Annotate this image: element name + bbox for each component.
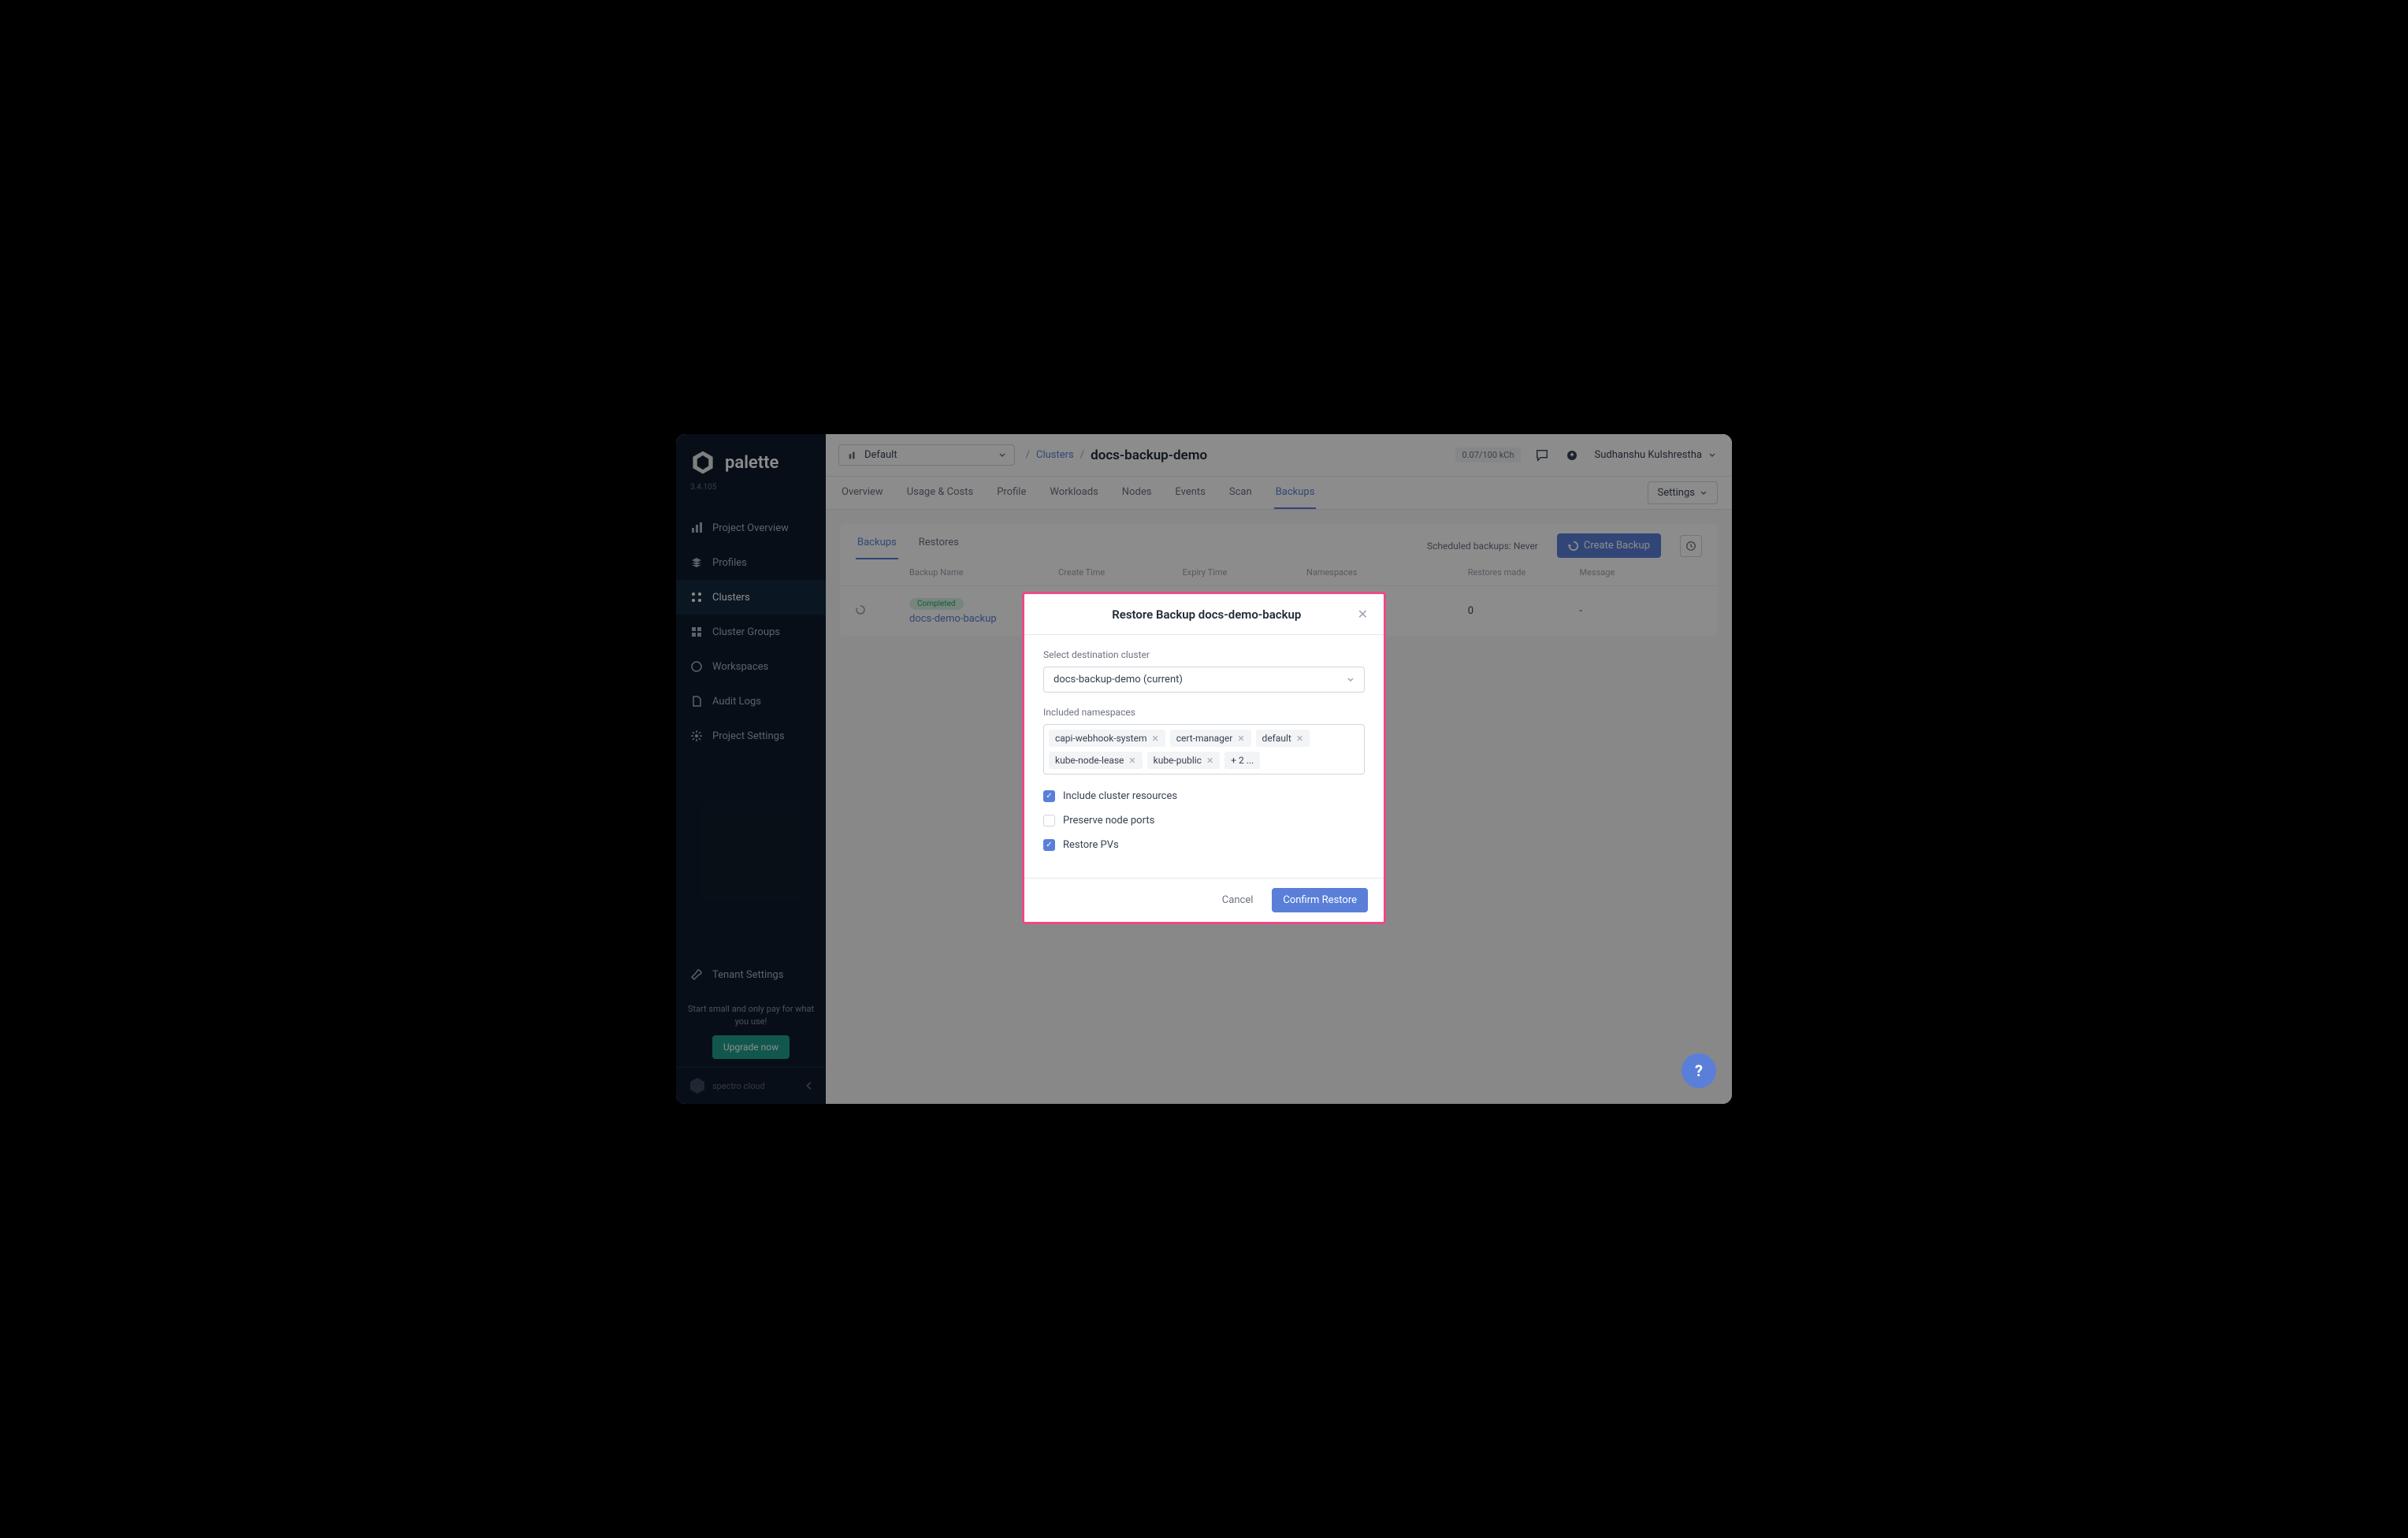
modal-header: Restore Backup docs-demo-backup ✕ [1024, 594, 1384, 635]
close-button[interactable]: ✕ [1358, 607, 1368, 622]
restore-modal: Restore Backup docs-demo-backup ✕ Select… [1022, 592, 1386, 924]
remove-tag-icon[interactable]: ✕ [1237, 734, 1244, 744]
ns-tag: default✕ [1256, 730, 1310, 747]
close-icon: ✕ [1358, 607, 1368, 622]
include-resources-label: Include cluster resources [1063, 790, 1177, 802]
restore-pvs-row[interactable]: ✓ Restore PVs [1043, 839, 1365, 851]
modal-body: Select destination cluster docs-backup-d… [1024, 635, 1384, 878]
include-resources-checkbox[interactable]: ✓ [1043, 790, 1055, 802]
ns-tag: kube-node-lease✕ [1049, 752, 1143, 769]
destination-value: docs-backup-demo (current) [1054, 674, 1183, 685]
cancel-button[interactable]: Cancel [1213, 888, 1263, 912]
remove-tag-icon[interactable]: ✕ [1151, 734, 1158, 744]
remove-tag-icon[interactable]: ✕ [1206, 756, 1213, 766]
remove-tag-icon[interactable]: ✕ [1296, 734, 1303, 744]
ns-tag: cert-manager✕ [1170, 730, 1251, 747]
modal-footer: Cancel Confirm Restore [1024, 878, 1384, 922]
ns-tag: capi-webhook-system✕ [1049, 730, 1165, 747]
app-window: palette 3.4.105 Project Overview Profile… [676, 434, 1732, 1104]
destination-label: Select destination cluster [1043, 649, 1365, 660]
ns-tag: kube-public✕ [1147, 752, 1221, 769]
restore-pvs-label: Restore PVs [1063, 839, 1119, 851]
namespaces-label: Included namespaces [1043, 707, 1365, 718]
question-icon: ? [1695, 1061, 1703, 1080]
chevron-down-icon [1347, 676, 1354, 684]
destination-select[interactable]: docs-backup-demo (current) [1043, 667, 1365, 693]
restore-pvs-checkbox[interactable]: ✓ [1043, 839, 1055, 851]
confirm-restore-button[interactable]: Confirm Restore [1272, 888, 1368, 912]
preserve-ports-checkbox[interactable] [1043, 815, 1055, 827]
remove-tag-icon[interactable]: ✕ [1128, 756, 1135, 766]
preserve-ports-row[interactable]: Preserve node ports [1043, 815, 1365, 827]
ns-tag-more[interactable]: + 2 ... [1224, 752, 1260, 769]
modal-title: Restore Backup docs-demo-backup [1056, 607, 1358, 622]
namespace-tags[interactable]: capi-webhook-system✕ cert-manager✕ defau… [1043, 724, 1365, 775]
preserve-ports-label: Preserve node ports [1063, 815, 1154, 827]
modal-overlay[interactable]: Restore Backup docs-demo-backup ✕ Select… [676, 434, 1732, 1104]
help-button[interactable]: ? [1682, 1053, 1716, 1088]
include-resources-row[interactable]: ✓ Include cluster resources [1043, 790, 1365, 802]
